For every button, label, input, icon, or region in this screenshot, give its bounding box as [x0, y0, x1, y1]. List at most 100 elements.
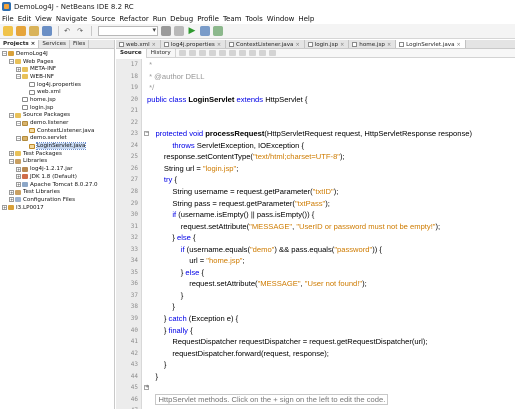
stop-macro-icon[interactable]: [268, 50, 276, 56]
tree-item[interactable]: + Configuration Files: [0, 196, 114, 204]
code-line[interactable]: }: [147, 290, 515, 302]
code-line[interactable]: RequestDispatcher requestDispatcher = re…: [147, 336, 515, 348]
tab-history[interactable]: History: [147, 48, 176, 58]
menu-edit[interactable]: Edit: [18, 15, 32, 23]
code-line[interactable]: }: [147, 359, 515, 371]
tree-item[interactable]: ContextListener.java: [0, 127, 114, 135]
menu-run[interactable]: Run: [153, 15, 166, 23]
expand-icon[interactable]: +: [2, 205, 7, 211]
close-icon[interactable]: ×: [217, 42, 221, 48]
code-line[interactable]: [147, 382, 515, 394]
tab-source[interactable]: Source: [116, 48, 147, 58]
code-line[interactable]: [147, 117, 515, 129]
code-line[interactable]: } finally {: [147, 325, 515, 337]
file-tab[interactable]: home.jsp ×: [349, 40, 397, 48]
tree-item[interactable]: − WEB-INF: [0, 73, 114, 81]
menu-file[interactable]: File: [2, 15, 14, 23]
code-line[interactable]: } else {: [147, 267, 515, 279]
close-icon[interactable]: ×: [387, 42, 391, 48]
shift-left-icon[interactable]: [218, 50, 226, 56]
close-icon[interactable]: ×: [295, 42, 299, 48]
code-area[interactable]: 17 18 19 20 21 22 23 24 25 26 27 28 29 30 31 32 33 34 35 36…: [116, 59, 515, 409]
toggle-bookmark-icon[interactable]: [208, 50, 216, 56]
code-line[interactable]: requestDispatcher.forward(request, respo…: [147, 348, 515, 360]
tree-item[interactable]: LoginServlet.java: [0, 142, 114, 151]
tab-services[interactable]: Services: [39, 40, 70, 48]
tree-item[interactable]: − Source Packages: [0, 112, 114, 120]
code-line[interactable]: [147, 405, 515, 409]
collapse-icon[interactable]: −: [9, 112, 14, 118]
tree-item[interactable]: web.xml: [0, 88, 114, 96]
code-line[interactable]: String username = request.getParameter("…: [147, 186, 515, 198]
undo-icon[interactable]: ↶: [62, 26, 72, 36]
menu-view[interactable]: View: [35, 15, 52, 23]
tree-item[interactable]: − demo.listener: [0, 119, 114, 127]
code-line[interactable]: if (username.equals("demo") && pass.equa…: [147, 244, 515, 256]
record-macro-icon[interactable]: [258, 50, 266, 56]
configuration-dropdown[interactable]: [98, 26, 158, 36]
file-tab[interactable]: ContextListener.java ×: [226, 40, 305, 48]
close-icon[interactable]: ×: [152, 42, 156, 48]
collapse-icon[interactable]: −: [2, 51, 7, 57]
code-line[interactable]: } catch (Exception e) {: [147, 313, 515, 325]
code-line[interactable]: [147, 105, 515, 117]
uncomment-icon[interactable]: [248, 50, 256, 56]
collapse-icon[interactable]: −: [16, 135, 21, 141]
source-code[interactable]: * * @author DELL */public class LoginSer…: [147, 59, 515, 409]
file-tab[interactable]: LoginServlet.java ×: [396, 40, 466, 48]
tab-files[interactable]: Files: [70, 40, 90, 48]
hammer-build-icon[interactable]: [161, 26, 171, 36]
code-line[interactable]: String url = "login.jsp";: [147, 163, 515, 175]
tab-projects[interactable]: Projects ×: [0, 40, 40, 48]
code-line[interactable]: if (username.isEmpty() || pass.isEmpty()…: [147, 209, 515, 221]
open-project-icon[interactable]: [29, 26, 39, 36]
collapse-icon[interactable]: −: [16, 120, 21, 126]
code-line[interactable]: }: [147, 301, 515, 313]
tree-item[interactable]: + log4j-1.2.17.jar: [0, 165, 114, 173]
clean-build-icon[interactable]: [174, 26, 184, 36]
expand-icon[interactable]: +: [16, 166, 21, 172]
comment-icon[interactable]: [238, 50, 246, 56]
tree-item[interactable]: log4j.properties: [0, 81, 114, 89]
tree-item[interactable]: + I3.LP0017: [0, 204, 114, 212]
code-line[interactable]: * @author DELL: [147, 71, 515, 83]
redo-icon[interactable]: ↷: [75, 26, 85, 36]
code-line[interactable]: url = "home.jsp";: [147, 255, 515, 267]
tree-item[interactable]: + Apache Tomcat 8.0.27.0: [0, 181, 114, 189]
menu-refactor[interactable]: Refactor: [119, 15, 148, 23]
tree-item[interactable]: − demo.servlet: [0, 135, 114, 143]
code-line[interactable]: request.setAttribute("MESSAGE", "User no…: [147, 278, 515, 290]
tree-item[interactable]: − Libraries: [0, 158, 114, 166]
code-line[interactable]: request.setAttribute("MESSAGE", "UserID …: [147, 221, 515, 233]
menu-tools[interactable]: Tools: [245, 15, 262, 23]
tree-item[interactable]: login.jsp: [0, 104, 114, 112]
menu-team[interactable]: Team: [223, 15, 242, 23]
code-line[interactable]: public class LoginServlet extends HttpSe…: [147, 94, 515, 106]
code-line[interactable]: try {: [147, 174, 515, 186]
tree-item[interactable]: + Test Packages: [0, 150, 114, 158]
save-all-icon[interactable]: [42, 26, 52, 36]
code-line[interactable]: response.setContentType("text/html;chars…: [147, 151, 515, 163]
menu-source[interactable]: Source: [91, 15, 115, 23]
new-file-icon[interactable]: [3, 26, 13, 36]
menu-window[interactable]: Window: [267, 15, 295, 23]
tree-item[interactable]: home.jsp: [0, 96, 114, 104]
file-tab[interactable]: login.jsp ×: [305, 40, 350, 48]
profile-icon[interactable]: [213, 26, 223, 36]
menu-debug[interactable]: Debug: [170, 15, 193, 23]
code-line[interactable]: String pass = request.getParameter("txtP…: [147, 198, 515, 210]
code-line[interactable]: throws ServletException, IOException {: [147, 140, 515, 152]
code-line[interactable]: } else {: [147, 232, 515, 244]
expand-icon[interactable]: +: [16, 174, 21, 180]
shift-right-icon[interactable]: [228, 50, 236, 56]
close-icon[interactable]: ×: [340, 42, 344, 48]
file-tab[interactable]: web.xml ×: [116, 40, 161, 48]
tree-item[interactable]: − DemoLog4J: [0, 50, 114, 58]
code-line[interactable]: protected void processRequest(HttpServle…: [147, 128, 515, 140]
debug-icon[interactable]: [200, 26, 210, 36]
code-line[interactable]: HttpServlet methods. Click on the + sign…: [147, 393, 515, 406]
search-icon[interactable]: [198, 50, 206, 56]
expand-icon[interactable]: +: [9, 197, 14, 203]
tree-item[interactable]: + JDK 1.8 (Default): [0, 173, 114, 181]
tree-item[interactable]: + META-INF: [0, 65, 114, 73]
